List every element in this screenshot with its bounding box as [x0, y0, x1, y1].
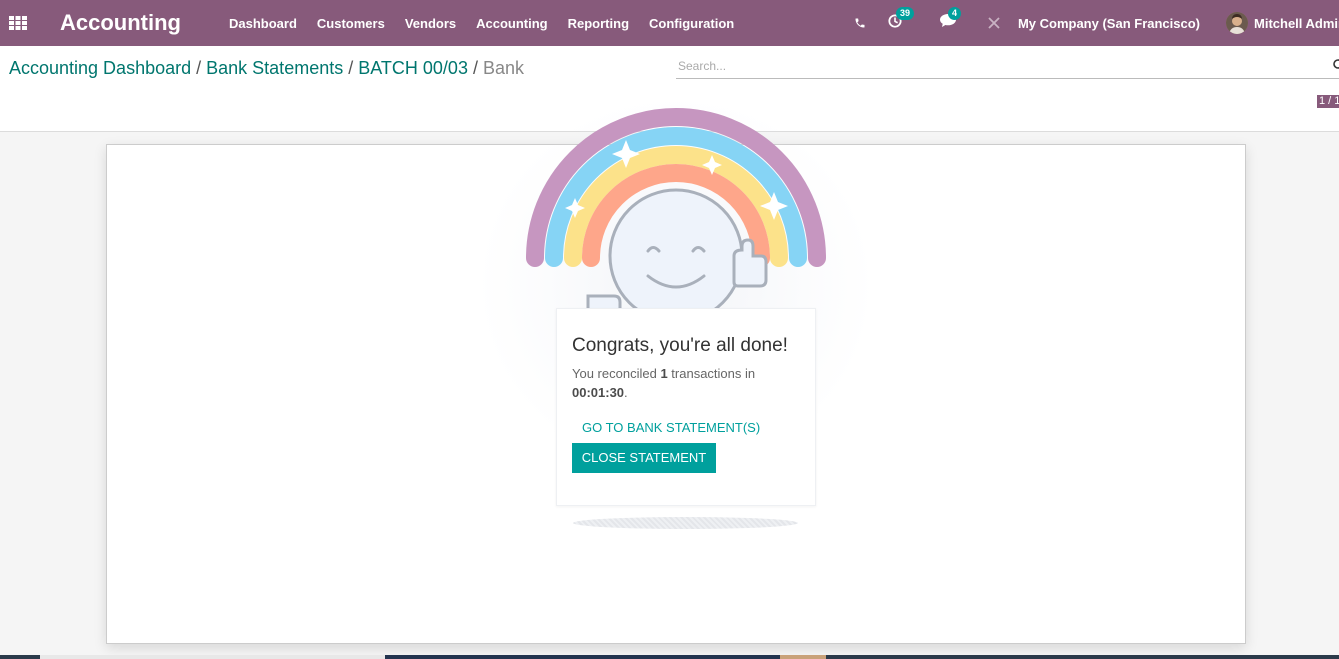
- bottom-strip: [0, 655, 1339, 659]
- activity-badge: 39: [895, 6, 914, 20]
- company-switcher[interactable]: My Company (San Francisco): [1018, 16, 1200, 31]
- search-icon[interactable]: [1330, 59, 1339, 77]
- menu-configuration[interactable]: Configuration: [639, 16, 744, 31]
- search-bar: [676, 56, 1339, 79]
- rainbow-illustration: [520, 108, 832, 338]
- breadcrumb-separator: /: [196, 58, 202, 78]
- messages-button[interactable]: 4: [939, 7, 961, 32]
- main-menu: Dashboard Customers Vendors Accounting R…: [219, 16, 744, 31]
- done-card: Congrats, you're all done! You reconcile…: [556, 308, 816, 506]
- done-text-mid: transactions in: [671, 366, 756, 381]
- menu-dashboard[interactable]: Dashboard: [219, 16, 307, 31]
- breadcrumb-separator: /: [472, 58, 478, 78]
- messages-badge: 4: [947, 7, 961, 20]
- illustration-shadow: [573, 517, 798, 529]
- breadcrumb-separator: /: [348, 58, 354, 78]
- menu-customers[interactable]: Customers: [307, 16, 395, 31]
- go-to-bank-statements-button[interactable]: GO TO BANK STATEMENT(S): [582, 420, 760, 435]
- search-input[interactable]: [676, 56, 1318, 76]
- reconciled-count: 1: [660, 366, 668, 381]
- apps-grid-icon[interactable]: [0, 0, 36, 46]
- activity-button[interactable]: 39: [888, 6, 914, 33]
- user-menu[interactable]: Mitchell Admin: [1226, 12, 1339, 34]
- done-text-suffix: .: [624, 385, 628, 400]
- done-title: Congrats, you're all done!: [572, 335, 788, 356]
- phone-icon[interactable]: [854, 17, 866, 29]
- breadcrumb-bank-statements[interactable]: Bank Statements: [206, 58, 343, 78]
- breadcrumb-batch[interactable]: BATCH 00/03: [358, 58, 468, 78]
- breadcrumb-accounting-dashboard[interactable]: Accounting Dashboard: [9, 58, 191, 78]
- pager-value[interactable]: 1 / 1: [1317, 95, 1339, 108]
- user-name: Mitchell Admin: [1254, 15, 1339, 31]
- menu-vendors[interactable]: Vendors: [395, 16, 466, 31]
- top-navbar: Accounting Dashboard Customers Vendors A…: [0, 0, 1339, 46]
- reconcile-duration: 00:01:30: [572, 385, 625, 400]
- menu-reporting[interactable]: Reporting: [558, 16, 639, 31]
- close-statement-button[interactable]: CLOSE STATEMENT: [572, 443, 716, 473]
- systray: 39 4 My Company (San Francisco) Mitchell…: [854, 0, 1339, 46]
- avatar: [1226, 12, 1248, 34]
- done-text-prefix: You reconciled: [572, 366, 657, 381]
- done-text: You reconciled 1 transactions in 00:01:3…: [572, 364, 797, 402]
- app-title[interactable]: Accounting: [60, 10, 181, 36]
- breadcrumb: Accounting Dashboard / Bank Statements / BAT…: [9, 58, 524, 79]
- close-icon[interactable]: [988, 17, 1000, 29]
- menu-accounting[interactable]: Accounting: [466, 16, 558, 31]
- breadcrumb-current: Bank: [482, 58, 524, 78]
